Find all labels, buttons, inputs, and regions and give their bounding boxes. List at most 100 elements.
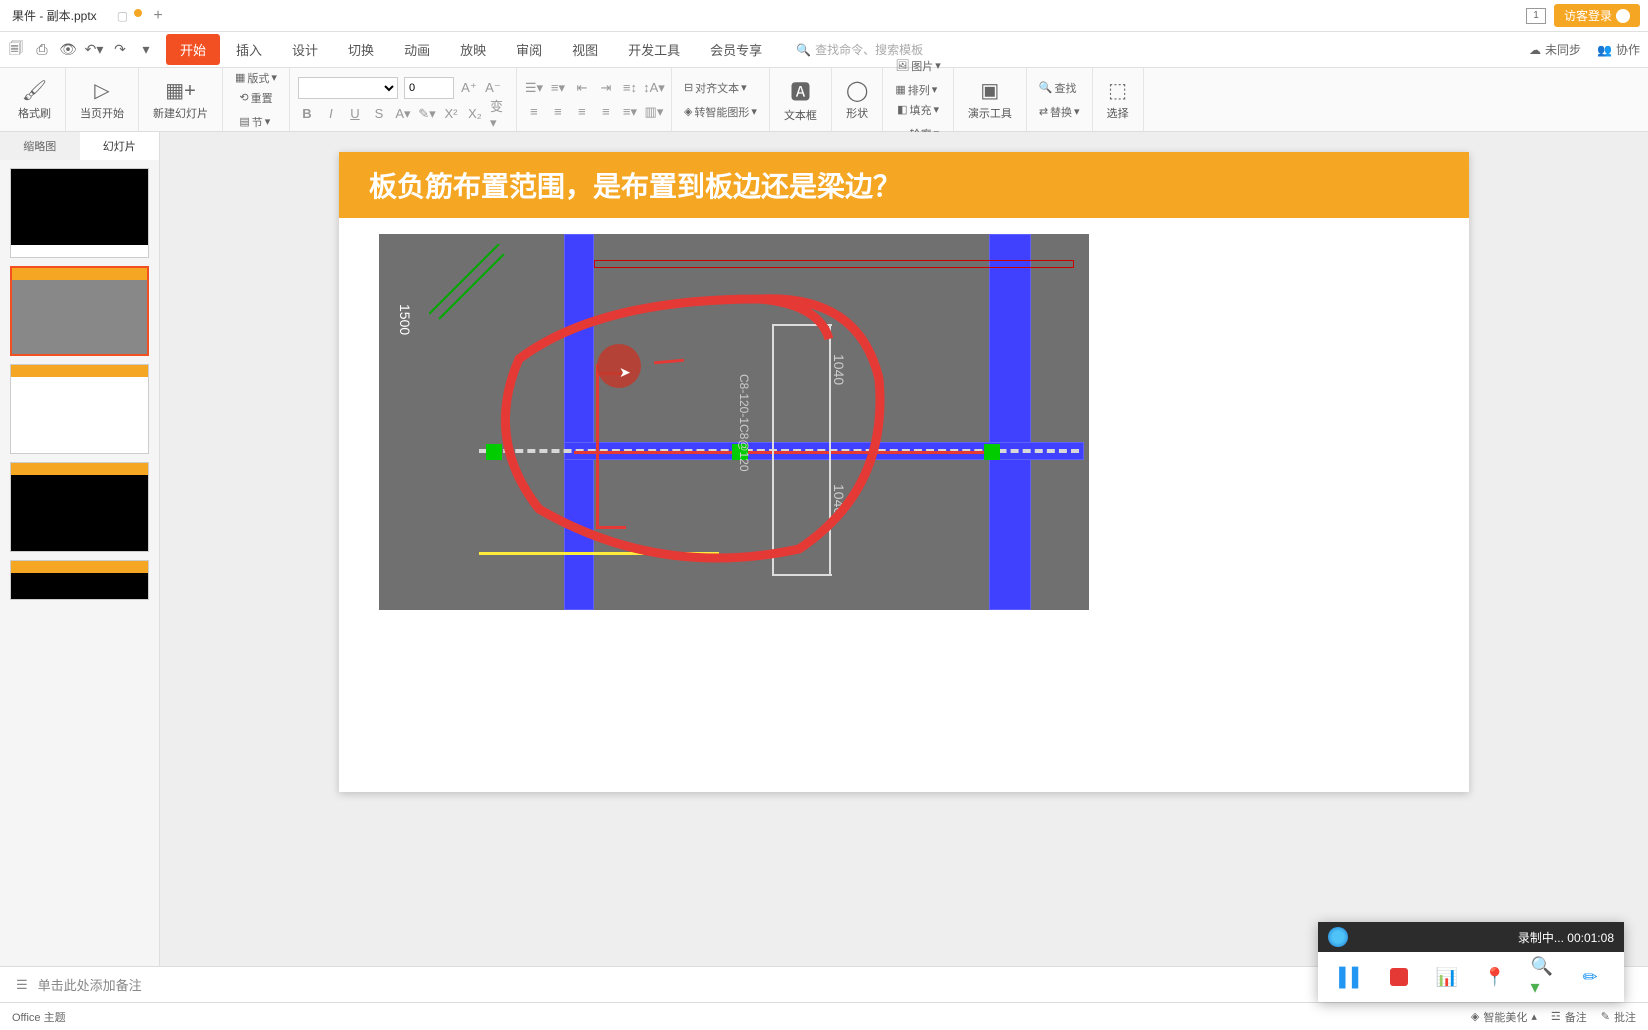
current-slide: 板负筋布置范围，是布置到板边还是梁边？ [339, 152, 1469, 792]
print-icon[interactable]: ⎙ [34, 42, 50, 58]
unsaved-dot-icon [134, 9, 142, 17]
tab-devtools[interactable]: 开发工具 [614, 34, 694, 65]
recording-widget[interactable]: 录制中... 00:01:08 ▌▌ 📊 📍 🔍▾ ✏ [1318, 922, 1624, 1002]
tab-view[interactable]: 视图 [558, 34, 612, 65]
from-current-button[interactable]: ▷ 当页开始 [74, 78, 130, 121]
comments-toggle-button[interactable]: ✎批注 [1601, 1009, 1636, 1025]
textbox-button[interactable]: 🅰 文本框 [778, 76, 823, 123]
slide-thumb-2[interactable] [10, 266, 149, 356]
marker-tool-button[interactable]: 📍 [1483, 965, 1507, 989]
slide-thumb-1[interactable] [10, 168, 149, 258]
title-bar: 果件 - 副本.pptx ▢ + 1 访客登录 [0, 0, 1648, 32]
theme-label: Office 主题 [12, 1009, 66, 1025]
select-button[interactable]: ⬚ 选择 [1101, 78, 1135, 121]
tab-transition[interactable]: 切换 [334, 34, 388, 65]
notes-toggle-button[interactable]: ☲备注 [1551, 1009, 1587, 1025]
undo-icon[interactable]: ↶▾ [86, 42, 102, 58]
decrease-indent-button[interactable]: ⇤ [573, 79, 591, 97]
strike-button[interactable]: S [370, 105, 388, 123]
decrease-font-icon[interactable]: A⁻ [484, 79, 502, 97]
shape-button[interactable]: ◯ 形状 [840, 78, 874, 121]
numbering-button[interactable]: ≡▾ [549, 79, 567, 97]
align-left-button[interactable]: ≡ [525, 103, 543, 121]
italic-button[interactable]: I [322, 105, 340, 123]
font-color-button[interactable]: A▾ [394, 105, 412, 123]
format-painter-button[interactable]: 🖌 格式刷 [12, 78, 57, 121]
underline-button[interactable]: U [346, 105, 364, 123]
arrange-button[interactable]: ▦排列▾ [891, 80, 945, 100]
subscript-button[interactable]: X₂ [466, 105, 484, 123]
tab-monitor-icon: ▢ [117, 9, 128, 23]
distribute-button[interactable]: ≡▾ [621, 103, 639, 121]
text-direction-button[interactable]: ↕A▾ [645, 79, 663, 97]
tab-design[interactable]: 设计 [278, 34, 332, 65]
increase-indent-button[interactable]: ⇥ [597, 79, 615, 97]
slide-thumb-5[interactable] [10, 560, 149, 600]
add-slide-button[interactable]: + [0, 620, 160, 966]
recording-status: 录制中... 00:01:08 [1518, 929, 1614, 946]
slide-canvas[interactable]: 板负筋布置范围，是布置到板边还是梁边？ [160, 132, 1648, 966]
preview-icon[interactable]: 👁 [60, 42, 76, 58]
collaborate-button[interactable]: 👥协作 [1597, 41, 1640, 58]
tab-slideshow[interactable]: 放映 [446, 34, 500, 65]
section-button[interactable]: ▤节▾ [235, 112, 276, 132]
font-size-input[interactable] [404, 77, 454, 99]
redo-icon[interactable]: ↷ [112, 42, 128, 58]
window-count-icon[interactable]: 1 [1526, 8, 1546, 24]
outline-tab[interactable]: 缩略图 [0, 132, 80, 160]
cube-icon: ◈ [1471, 1010, 1479, 1023]
qat-dropdown-icon[interactable]: ▾ [138, 42, 154, 58]
present-tool-button[interactable]: ▣ 演示工具 [962, 78, 1018, 121]
tab-review[interactable]: 审阅 [502, 34, 556, 65]
layout-button[interactable]: ▦版式▾ [231, 68, 281, 88]
align-text-button[interactable]: ⊟对齐文本▾ [680, 78, 761, 98]
align-center-button[interactable]: ≡ [549, 103, 567, 121]
tab-member[interactable]: 会员专享 [696, 34, 776, 65]
new-slide-button[interactable]: ▦+ 新建幻灯片 [147, 78, 214, 121]
pause-button[interactable]: ▌▌ [1340, 965, 1364, 989]
ribbon-tabs: 开始 插入 设计 切换 动画 放映 审阅 视图 开发工具 会员专享 [166, 34, 776, 65]
ribbon: 🖌 格式刷 ▷ 当页开始 ▦+ 新建幻灯片 ▦版式▾ ⟲重置 ▤节▾ A⁺ [0, 68, 1648, 132]
main-area: 缩略图 幻灯片 + 板负筋布置范围，是布置到板边还是梁边？ [0, 132, 1648, 966]
bold-button[interactable]: B [298, 105, 316, 123]
smart-beautify-button[interactable]: ◈智能美化 ▴ [1471, 1009, 1537, 1025]
notes-placeholder: 单击此处添加备注 [38, 975, 142, 994]
dim-1040-top: 1040 [831, 354, 847, 385]
tab-insert[interactable]: 插入 [222, 34, 276, 65]
fill-button[interactable]: ◧填充▾ [893, 100, 943, 120]
reset-button[interactable]: ⟲重置 [235, 88, 276, 108]
superscript-button[interactable]: X² [442, 105, 460, 123]
chart-tool-button[interactable]: 📊 [1435, 965, 1459, 989]
replace-button[interactable]: ⇄替换▾ [1035, 102, 1084, 122]
sync-status[interactable]: ☁未同步 [1529, 41, 1581, 58]
notes-toggle-icon: ☲ [1551, 1010, 1561, 1023]
thumbnails-tab[interactable]: 幻灯片 [80, 132, 160, 160]
justify-button[interactable]: ≡ [597, 103, 615, 121]
save-icon[interactable]: 🗐 [8, 42, 24, 58]
smartart-button[interactable]: ◈转智能图形▾ [680, 102, 761, 122]
change-case-button[interactable]: 变▾ [490, 105, 508, 123]
tab-animation[interactable]: 动画 [390, 34, 444, 65]
line-spacing-button[interactable]: ≡↕ [621, 79, 639, 97]
slide-thumb-4[interactable] [10, 462, 149, 552]
find-button[interactable]: 🔍查找 [1035, 78, 1084, 98]
zoom-tool-button[interactable]: 🔍▾ [1530, 965, 1554, 989]
new-tab-button[interactable]: + [142, 7, 174, 25]
stop-button[interactable] [1387, 965, 1411, 989]
slide-title: 板负筋布置范围，是布置到板边还是梁边？ [339, 152, 1469, 218]
slide-thumb-3[interactable] [10, 364, 149, 454]
columns-button[interactable]: ▥▾ [645, 103, 663, 121]
font-family-select[interactable] [298, 77, 398, 99]
present-icon: ▣ [980, 78, 999, 103]
increase-font-icon[interactable]: A⁺ [460, 79, 478, 97]
camera-icon [1328, 927, 1348, 947]
file-tab[interactable]: 果件 - 副本.pptx [0, 7, 109, 24]
tab-start[interactable]: 开始 [166, 34, 220, 65]
align-right-button[interactable]: ≡ [573, 103, 591, 121]
bullets-button[interactable]: ☰▾ [525, 79, 543, 97]
image-button[interactable]: 🖼图片▾ [891, 56, 945, 76]
highlight-button[interactable]: ✎▾ [418, 105, 436, 123]
guest-login-button[interactable]: 访客登录 [1554, 4, 1640, 27]
user-icon [1616, 9, 1630, 23]
pen-tool-button[interactable]: ✏ [1578, 965, 1602, 989]
